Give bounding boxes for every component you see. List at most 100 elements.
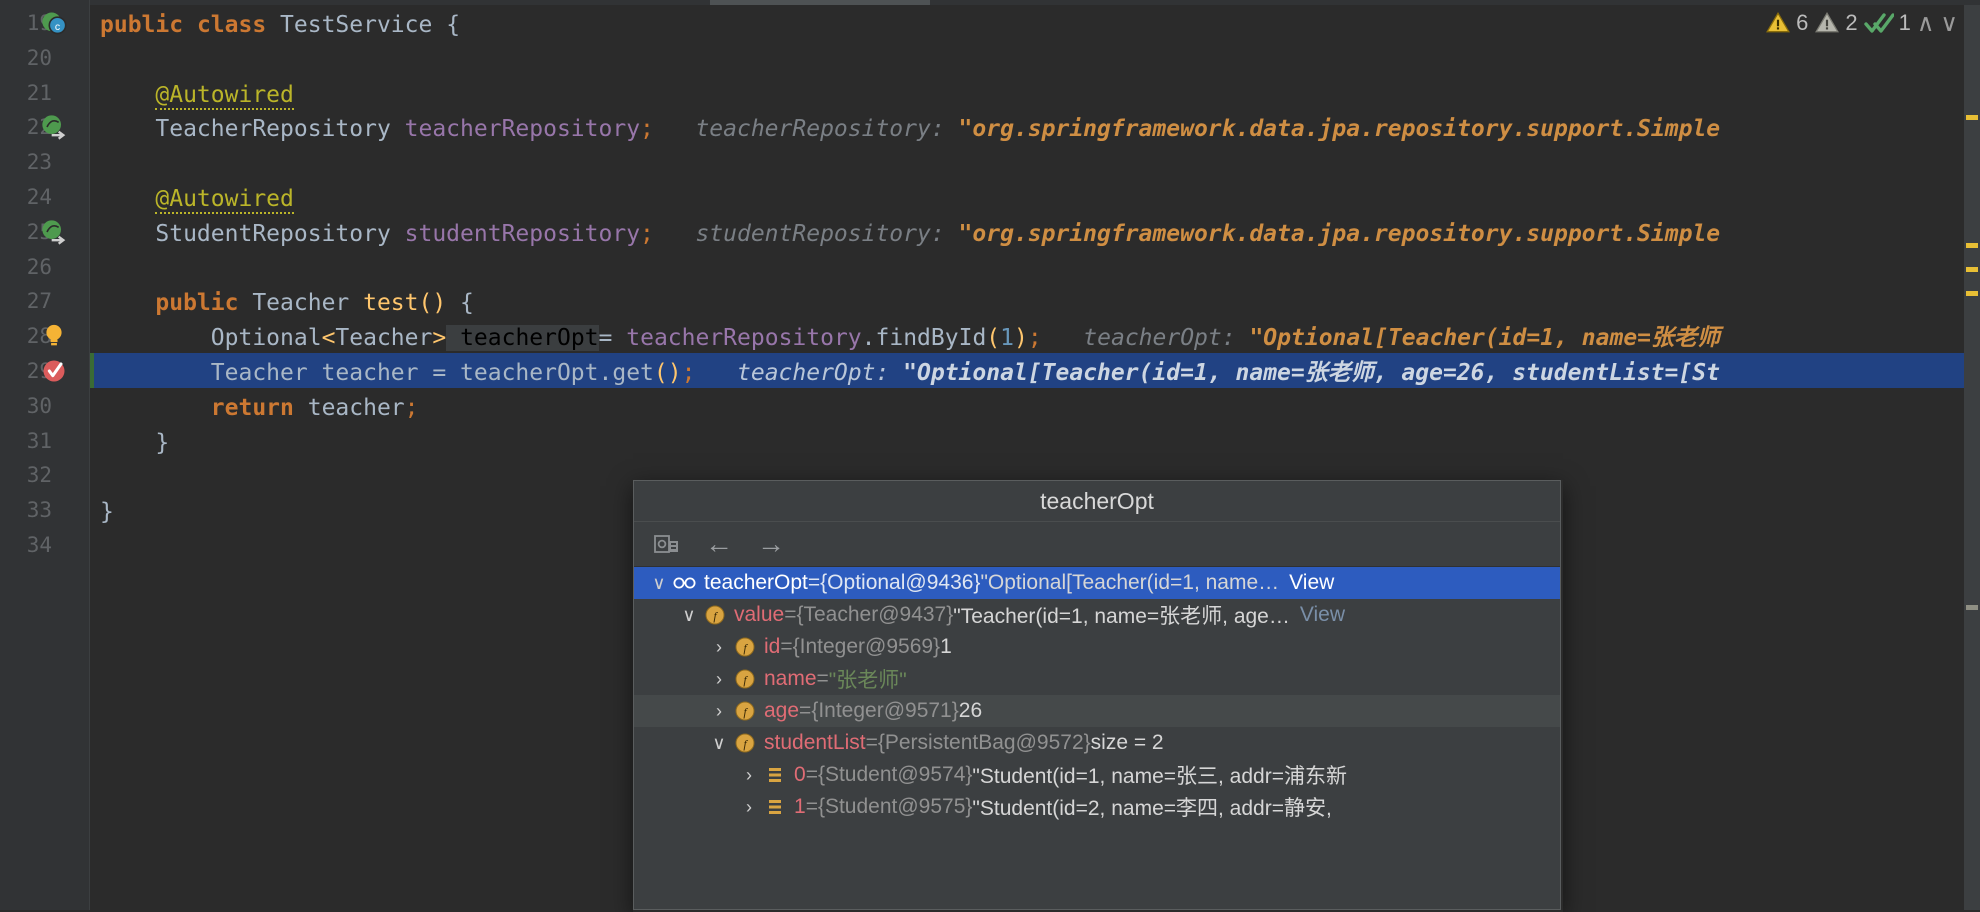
code-line[interactable]: @Autowired [90, 75, 1980, 110]
tree-expander[interactable]: ∨ [646, 573, 672, 594]
warning-indicator[interactable]: 6 [1765, 10, 1808, 36]
code-token: ; [681, 360, 696, 386]
variable-equals: = [780, 635, 793, 658]
variable-tree-row[interactable]: › f age = {Integer@9571} 26 [634, 695, 1560, 727]
gutter-line[interactable]: 28 [0, 318, 90, 353]
stripe-mark-warning[interactable] [1966, 243, 1978, 248]
variable-equals: = [799, 699, 812, 722]
set-value-icon[interactable] [652, 529, 682, 559]
code-token: StudentRepository [155, 220, 405, 247]
gutter-line[interactable]: 25 [0, 214, 90, 249]
code-line[interactable]: public class TestService { [90, 5, 1980, 40]
view-link[interactable]: View [1289, 571, 1334, 595]
stripe-mark-weak-warning[interactable] [1966, 605, 1978, 610]
inspections-ok-indicator[interactable]: 1 [1863, 10, 1911, 36]
variable-type: {Integer@9571} [811, 699, 959, 722]
code-token: Optional [210, 325, 322, 352]
intention-bulb-icon[interactable] [40, 322, 68, 350]
weak-warning-indicator[interactable]: 2 [1814, 10, 1858, 36]
code-line[interactable]: public Teacher test() { [90, 283, 1980, 318]
gutter-line[interactable]: 21 [0, 75, 90, 110]
warning-count: 6 [1796, 10, 1809, 35]
gutter-line[interactable]: 23 [0, 144, 90, 179]
stripe-mark-warning[interactable] [1966, 115, 1978, 120]
variable-tree-row[interactable]: › 1 = {Student@9575} "Student(id=2, name=… [634, 791, 1560, 823]
next-problem-button[interactable]: ∨ [1940, 9, 1958, 38]
forward-button[interactable]: → [756, 529, 786, 559]
variable-tree-row[interactable]: ∨ teacherOpt = {Optional@9436} "Optional[… [634, 567, 1560, 599]
array-element-icon [769, 768, 781, 782]
code-line[interactable] [90, 40, 1980, 75]
gutter-line[interactable]: 20 [0, 40, 90, 75]
debugger-value-popup[interactable]: teacherOpt ← → ∨ teacherOpt = {Optional@9… [633, 480, 1561, 910]
tree-expander[interactable]: › [706, 637, 732, 658]
prev-problem-button[interactable]: ∧ [1917, 9, 1935, 38]
bean-navigate-icon[interactable] [40, 113, 68, 141]
line-number: 34 [26, 533, 52, 557]
breakpoint-verified-icon[interactable] [40, 357, 68, 385]
code-line[interactable] [90, 249, 1980, 284]
variable-tree-row[interactable]: › f name = "张老师" [634, 663, 1560, 695]
line-number: 20 [26, 45, 52, 70]
code-line[interactable]: return teacher; [90, 388, 1980, 423]
tree-expander[interactable]: ∨ [676, 605, 702, 626]
gutter-line[interactable]: 26 [0, 249, 90, 284]
error-stripe[interactable] [1964, 5, 1980, 910]
stripe-mark-warning[interactable] [1966, 267, 1978, 272]
code-line[interactable]: Optional<Teacher> teacherOpt= teacherRep… [90, 318, 1980, 353]
variable-type: {Integer@9569} [792, 635, 941, 658]
variable-tree-row[interactable]: ∨ f value = {Teacher@9437} "Teacher(id=1, … [634, 599, 1560, 631]
gutter-line[interactable]: 34 [0, 527, 90, 562]
bean-navigate-icon[interactable] [40, 218, 68, 246]
bean-navigate-icon[interactable] [40, 218, 68, 246]
tree-expander[interactable]: ∨ [706, 733, 732, 754]
field-icon: f [735, 669, 755, 689]
class-marker-icon[interactable]: c [40, 9, 68, 37]
variable-tree-row[interactable]: › f id = {Integer@9569} 1 [634, 631, 1560, 663]
code-token: "Optional[Teacher(id=1, name=张老师 [1249, 325, 1721, 352]
gutter-line[interactable]: 31 [0, 423, 90, 458]
variable-tree-row[interactable]: ∨ f studentList = {PersistentBag@9572} siz… [634, 727, 1560, 759]
variable-equals: = [784, 603, 797, 626]
variable-tree-row[interactable]: › 0 = {Student@9574} "Student(id=1, name=… [634, 759, 1560, 791]
variable-type: {Teacher@9437} [796, 603, 954, 626]
intention-bulb-icon[interactable] [40, 322, 68, 350]
variable-name: 0 [794, 763, 806, 786]
tree-expander[interactable]: › [706, 701, 732, 722]
watch-glasses-icon [673, 577, 696, 589]
view-link[interactable]: View [1300, 603, 1345, 627]
code-line[interactable]: Teacher teacher = teacherOpt.get(); teac… [90, 353, 1980, 388]
warning-triangle-icon [1766, 11, 1791, 33]
gutter-line[interactable]: 29 [0, 353, 90, 388]
code-line[interactable]: StudentRepository studentRepository; stu… [90, 214, 1980, 249]
gutter-line[interactable]: 24 [0, 179, 90, 214]
stripe-mark-warning[interactable] [1966, 291, 1978, 296]
bean-navigate-icon[interactable] [40, 113, 68, 141]
class-marker-icon[interactable]: c [40, 9, 68, 37]
field-icon: f [732, 698, 758, 724]
code-line[interactable]: @Autowired [90, 179, 1980, 214]
tree-expander[interactable]: › [736, 797, 762, 818]
gutter-line[interactable]: 33 [0, 492, 90, 527]
code-line[interactable]: TeacherRepository teacherRepository; tea… [90, 109, 1980, 144]
code-line[interactable]: } [90, 423, 1980, 458]
gutter-line[interactable]: 27 [0, 283, 90, 318]
gutter-line[interactable]: 30 [0, 388, 90, 423]
set-value-glyph [654, 535, 678, 553]
code-token: { [446, 290, 474, 317]
gutter-line[interactable]: 19 c [0, 5, 90, 40]
back-button[interactable]: ← [704, 529, 734, 559]
code-token: studentRepository [404, 220, 641, 247]
gutter-line[interactable]: 32 [0, 457, 90, 492]
popup-toolbar[interactable]: ← → [634, 521, 1560, 567]
breakpoint-verified-icon[interactable] [40, 357, 68, 385]
variables-tree[interactable]: ∨ teacherOpt = {Optional@9436} "Optional[… [634, 567, 1560, 909]
code-line[interactable] [90, 144, 1980, 179]
gutter-line[interactable]: 22 [0, 109, 90, 144]
tree-expander[interactable]: › [736, 765, 762, 786]
code-token: teacherRepository [626, 325, 862, 352]
tree-expander[interactable]: › [706, 669, 732, 690]
inspection-widget[interactable]: 6 2 1 ∧ ∨ [1765, 8, 1958, 38]
